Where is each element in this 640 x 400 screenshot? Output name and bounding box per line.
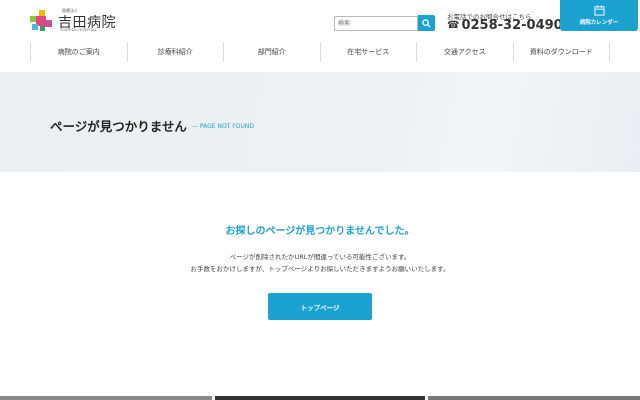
page-title: ページが見つかりません (50, 119, 187, 134)
nav-item-access[interactable]: 交通アクセス (417, 42, 514, 62)
top-page-button[interactable]: トップページ (268, 293, 372, 320)
footer-photo-1 (0, 396, 212, 400)
main-nav: 病院のご案内 診療科紹介 部門紹介 在宅サービス 交通アクセス 資料のダウンロー… (30, 42, 610, 62)
nav-item-departments[interactable]: 診療科紹介 (128, 42, 224, 62)
calendar-icon (593, 5, 605, 16)
nav-item-divisions[interactable]: 部門紹介 (224, 42, 321, 62)
description-line-2: お手数をおかけしますが、トップページよりお探しいただきますようお願いいたします。 (190, 265, 450, 273)
calendar-button[interactable]: 病院カレンダー (560, 0, 638, 31)
nav-item-home-care[interactable]: 在宅サービス (321, 42, 417, 62)
phone-number: ☎ 0258-32-0490 (447, 18, 563, 33)
page-subtitle: — PAGE NOT FOUND (192, 123, 254, 130)
not-found-message: お探しのページが見つかりませんでした。 (225, 226, 415, 237)
search-button[interactable] (418, 15, 435, 31)
logo-icon[interactable] (30, 10, 54, 32)
calendar-label: 病院カレンダー (579, 20, 619, 26)
phone-number-text: 0258-32-0490 (461, 18, 563, 33)
phone-icon: ☎ (447, 20, 460, 31)
description-line-1: ページが削除されたかURLが間違っている可能性ございます。 (229, 253, 411, 261)
nav-item-about[interactable]: 病院のご案内 (31, 42, 128, 62)
logo-subtitle: YOSHIDA HOSPITAL (60, 28, 97, 32)
footer-photo-3 (428, 396, 640, 400)
search-icon (422, 18, 431, 28)
nav-item-downloads[interactable]: 資料のダウンロード (514, 42, 610, 62)
search-input[interactable] (334, 16, 418, 31)
footer-photo-2 (215, 396, 425, 400)
